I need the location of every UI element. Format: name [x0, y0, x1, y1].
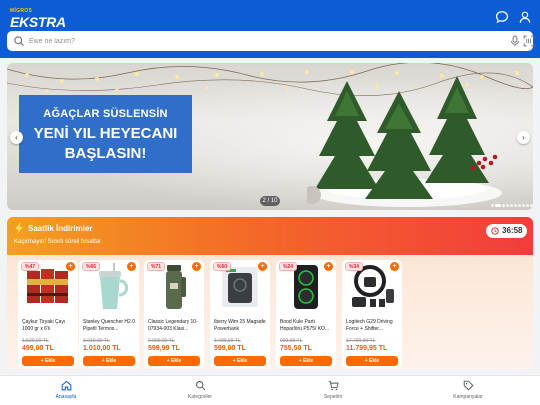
banner-line-2: YENİ YIL HEYECANI — [33, 125, 178, 142]
banner-line-1: AĞAÇLAR SÜSLENSİN — [43, 108, 168, 120]
discount-badge: %34 — [345, 262, 364, 271]
home-icon — [61, 380, 71, 391]
nav-label: Anasayfa — [55, 394, 77, 400]
product-name[interactable]: Stanley Quencher H2.0 Pipetli Termos... — [83, 319, 137, 333]
product-name[interactable]: Çaykur Tiryaki Çayı 1000 gr x 6'lı — [22, 319, 76, 333]
christmas-trees-icon — [307, 76, 502, 207]
search-icon — [14, 36, 24, 46]
banner-next-button[interactable]: › — [517, 131, 530, 144]
quick-add-button[interactable]: + — [390, 262, 399, 271]
tag-icon — [463, 380, 473, 391]
product-name[interactable]: Classic Legendary 10-07934-003 Klasi... — [148, 319, 202, 333]
discount-badge: %24 — [279, 262, 298, 271]
microphone-icon[interactable] — [509, 35, 521, 47]
product-card[interactable]: %24 + Bood Kule Parti Hoparlörü P575/ KO… — [276, 260, 336, 368]
quick-add-button[interactable]: + — [66, 262, 75, 271]
quick-add-button[interactable]: + — [324, 262, 333, 271]
user-icon[interactable] — [518, 10, 532, 24]
product-card[interactable]: %34 + Logitech G29 Driving Force + Shift… — [342, 260, 402, 368]
product-card[interactable]: %66 + Stanley Quencher H2.0 Pipetli Term… — [79, 260, 139, 368]
app-header: MİGROS EKSTRA — [0, 0, 540, 58]
promo-banner[interactable]: AĞAÇLAR SÜSLENSİN YENİ YIL HEYECANI BAŞL… — [7, 63, 533, 210]
banner-text-box: AĞAÇLAR SÜSLENSİN YENİ YIL HEYECANI BAŞL… — [19, 95, 192, 173]
new-price: 599,00 TL — [214, 345, 246, 352]
old-price: 2.099,00 TL — [148, 338, 175, 344]
discount-badge: %47 — [21, 262, 40, 271]
bottom-navigation: Anasayfa Kategoriler Sepetim Kampanyalar — [0, 375, 540, 405]
old-price: 1.520,00 TL — [22, 338, 49, 344]
cart-icon — [328, 381, 339, 391]
add-to-cart-button[interactable]: + Ekle — [22, 356, 74, 366]
nav-label: Kategoriler — [187, 394, 213, 400]
product-name[interactable]: Logitech G29 Driving Force + Shifter... — [346, 319, 400, 333]
nav-home[interactable]: Anasayfa — [26, 380, 106, 400]
barcode-scan-icon[interactable] — [523, 35, 535, 47]
quick-add-button[interactable]: + — [127, 262, 136, 271]
countdown-timer: 36:58 — [486, 224, 527, 238]
old-price: 1.499,99 TL — [214, 338, 241, 344]
search-bar — [7, 31, 535, 51]
quick-add-button[interactable]: + — [258, 262, 267, 271]
banner-prev-button[interactable]: ‹ — [10, 131, 23, 144]
nav-label: Sepetim — [323, 394, 343, 400]
banner-dots[interactable] — [490, 204, 533, 207]
add-to-cart-button[interactable]: + Ekle — [280, 356, 332, 366]
product-name[interactable]: Bood Kule Parti Hoparlörü P575/ KO... — [280, 319, 334, 333]
deals-header: Saatlik İndirimler Kaçırmayın! Sınırlı s… — [7, 217, 533, 255]
deals-subtitle: Kaçırmayın! Sınırlı süreli fırsatlar — [14, 239, 102, 245]
new-price: 11.799,95 TL — [346, 345, 388, 352]
old-price: 999,99 TL — [280, 338, 303, 344]
old-price: 17.799,99 TL — [346, 338, 376, 344]
old-price: 3.010,00 TL — [83, 338, 110, 344]
timer-value: 36:58 — [502, 226, 523, 235]
nav-cart[interactable]: Sepetim — [293, 380, 373, 400]
banner-counter: 2 / 10 — [260, 196, 280, 206]
new-price: 499,00 TL — [22, 345, 54, 352]
product-name[interactable]: Iberry Wim 25 Magsafe Powerbank — [214, 319, 268, 333]
nav-campaigns[interactable]: Kampanyalar — [428, 380, 508, 400]
quick-add-button[interactable]: + — [192, 262, 201, 271]
discount-badge: %71 — [147, 262, 166, 271]
add-to-cart-button[interactable]: + Ekle — [148, 356, 200, 366]
discount-badge: %60 — [213, 262, 232, 271]
discount-badge: %66 — [82, 262, 101, 271]
add-to-cart-button[interactable]: + Ekle — [346, 356, 398, 366]
chat-icon[interactable] — [495, 10, 509, 24]
product-card[interactable]: %47 + Çaykur Tiryaki Çayı 1000 gr x 6'lı… — [18, 260, 78, 368]
new-price: 1.010,00 TL — [83, 345, 121, 352]
logo-title: EKSTRA — [10, 14, 66, 30]
search-icon — [195, 381, 205, 391]
hourly-deals-section: Saatlik İndirimler Kaçırmayın! Sınırlı s… — [7, 217, 533, 370]
app-logo[interactable]: MİGROS EKSTRA — [10, 9, 66, 30]
clock-icon — [491, 227, 499, 235]
banner-line-3: BAŞLASIN! — [64, 145, 147, 162]
add-to-cart-button[interactable]: + Ekle — [214, 356, 266, 366]
nav-categories[interactable]: Kategoriler — [160, 380, 240, 400]
deals-title: Saatlik İndirimler — [28, 224, 93, 233]
nav-label: Kampanyalar — [453, 394, 483, 400]
search-input[interactable] — [29, 33, 489, 49]
new-price: 755,50 TL — [280, 345, 312, 352]
product-card[interactable]: %60 + Iberry Wim 25 Magsafe Powerbank 1.… — [210, 260, 270, 368]
add-to-cart-button[interactable]: + Ekle — [83, 356, 135, 366]
lightning-icon — [15, 223, 23, 234]
product-card[interactable]: %71 + Classic Legendary 10-07934-003 Kla… — [144, 260, 204, 368]
new-price: 599,99 TL — [148, 345, 180, 352]
